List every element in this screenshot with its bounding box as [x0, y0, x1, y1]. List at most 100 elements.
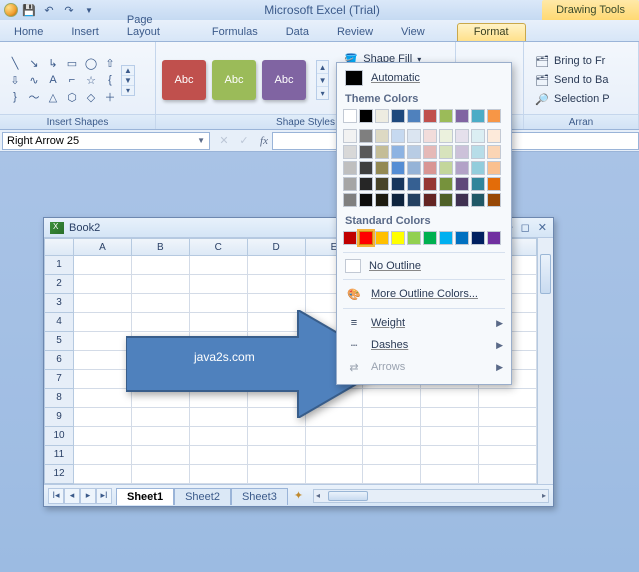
color-swatch[interactable] [407, 231, 421, 245]
dashes-option[interactable]: ┄ Dashes ▶ [343, 334, 505, 356]
column-header[interactable]: B [132, 238, 190, 256]
bring-to-front-button[interactable]: 🗂 Bring to Fr [530, 52, 615, 70]
color-swatch[interactable] [439, 193, 453, 207]
send-to-back-button[interactable]: 🗂 Send to Ba [530, 71, 615, 89]
color-swatch[interactable] [391, 145, 405, 159]
cell[interactable] [74, 427, 132, 446]
tab-format[interactable]: Format [457, 23, 526, 41]
color-swatch[interactable] [423, 177, 437, 191]
color-swatch[interactable] [487, 161, 501, 175]
cell[interactable] [74, 389, 132, 408]
cell[interactable] [132, 446, 190, 465]
cell[interactable] [479, 427, 537, 446]
color-swatch[interactable] [471, 231, 485, 245]
select-all-corner[interactable] [44, 238, 74, 256]
cell[interactable] [363, 427, 421, 446]
tab-page-layout[interactable]: Page Layout [119, 12, 192, 41]
color-swatch[interactable] [487, 231, 501, 245]
cell[interactable] [479, 408, 537, 427]
cell[interactable] [248, 446, 306, 465]
color-swatch[interactable] [343, 109, 357, 123]
color-swatch[interactable] [343, 129, 357, 143]
plus-icon[interactable]: ＋ [101, 89, 119, 105]
sheet-tab-3[interactable]: Sheet3 [231, 488, 288, 505]
cell[interactable] [248, 275, 306, 294]
cell[interactable] [306, 446, 364, 465]
cell[interactable] [132, 275, 190, 294]
color-swatch[interactable] [375, 161, 389, 175]
sheet-tab-1[interactable]: Sheet1 [116, 488, 174, 505]
color-swatch[interactable] [455, 161, 469, 175]
gallery-scroll[interactable]: ▲ ▼ ▾ [121, 65, 135, 96]
cell[interactable] [248, 465, 306, 484]
name-box[interactable]: Right Arrow 25 ▼ [2, 132, 210, 150]
hex-icon[interactable]: ⬡ [63, 89, 81, 105]
row-header[interactable]: 2 [44, 275, 74, 294]
textbox-icon[interactable]: A [44, 72, 62, 88]
color-swatch[interactable] [439, 231, 453, 245]
tab-view[interactable]: View [393, 24, 433, 41]
arrow-line-icon[interactable]: ↘ [25, 55, 43, 71]
selection-pane-button[interactable]: 🔎 Selection P [530, 90, 615, 108]
color-swatch[interactable] [391, 177, 405, 191]
color-swatch[interactable] [487, 109, 501, 123]
cell[interactable] [248, 427, 306, 446]
curve-icon[interactable]: ∿ [25, 72, 43, 88]
no-outline-option[interactable]: No Outline [343, 256, 505, 276]
brace-icon[interactable]: { [101, 72, 119, 88]
color-swatch[interactable] [343, 177, 357, 191]
color-swatch[interactable] [359, 231, 373, 245]
prev-sheet-icon[interactable]: ◂ [64, 488, 80, 504]
scroll-thumb[interactable] [540, 254, 551, 294]
cell[interactable] [421, 465, 479, 484]
color-swatch[interactable] [487, 145, 501, 159]
row-header[interactable]: 7 [44, 370, 74, 389]
color-swatch[interactable] [423, 109, 437, 123]
style-down-icon[interactable]: ▼ [317, 74, 328, 87]
color-swatch[interactable] [423, 129, 437, 143]
cell[interactable] [363, 446, 421, 465]
style-swatch-1[interactable]: Abc [162, 60, 206, 100]
new-sheet-icon[interactable]: ✦ [288, 489, 309, 502]
color-swatch[interactable] [359, 145, 373, 159]
tab-home[interactable]: Home [6, 24, 51, 41]
color-swatch[interactable] [455, 177, 469, 191]
color-swatch[interactable] [471, 145, 485, 159]
color-swatch[interactable] [455, 145, 469, 159]
shapes-gallery[interactable]: ╲ ↘ ↳ ▭ ◯ ⇧ ⇩ ∿ A ⌐ ☆ { } ～ △ ⬡ ◇ ＋ [6, 55, 119, 105]
color-swatch[interactable] [375, 145, 389, 159]
cell[interactable] [306, 427, 364, 446]
color-swatch[interactable] [343, 193, 357, 207]
column-header[interactable]: C [190, 238, 248, 256]
row-header[interactable]: 11 [44, 446, 74, 465]
oval-icon[interactable]: ◯ [82, 55, 100, 71]
connector-icon[interactable]: ↳ [44, 55, 62, 71]
rect-icon[interactable]: ▭ [63, 55, 81, 71]
arrow-down-icon[interactable]: ⇩ [6, 72, 24, 88]
color-swatch[interactable] [471, 193, 485, 207]
color-swatch[interactable] [375, 109, 389, 123]
color-swatch[interactable] [391, 109, 405, 123]
cell[interactable] [421, 389, 479, 408]
color-swatch[interactable] [375, 231, 389, 245]
cell[interactable] [190, 275, 248, 294]
row-header[interactable]: 10 [44, 427, 74, 446]
cell[interactable] [190, 256, 248, 275]
color-swatch[interactable] [391, 231, 405, 245]
color-swatch[interactable] [423, 231, 437, 245]
cell[interactable] [479, 389, 537, 408]
row-header[interactable]: 5 [44, 332, 74, 351]
next-sheet-icon[interactable]: ▸ [80, 488, 96, 504]
cell[interactable] [248, 256, 306, 275]
color-swatch[interactable] [471, 177, 485, 191]
cell[interactable] [306, 465, 364, 484]
color-swatch[interactable] [423, 145, 437, 159]
save-icon[interactable]: 💾 [20, 2, 38, 18]
style-up-icon[interactable]: ▲ [317, 61, 328, 74]
cell[interactable] [363, 465, 421, 484]
color-swatch[interactable] [343, 145, 357, 159]
color-swatch[interactable] [407, 161, 421, 175]
row-header[interactable]: 6 [44, 351, 74, 370]
cell[interactable] [74, 465, 132, 484]
color-swatch[interactable] [375, 193, 389, 207]
